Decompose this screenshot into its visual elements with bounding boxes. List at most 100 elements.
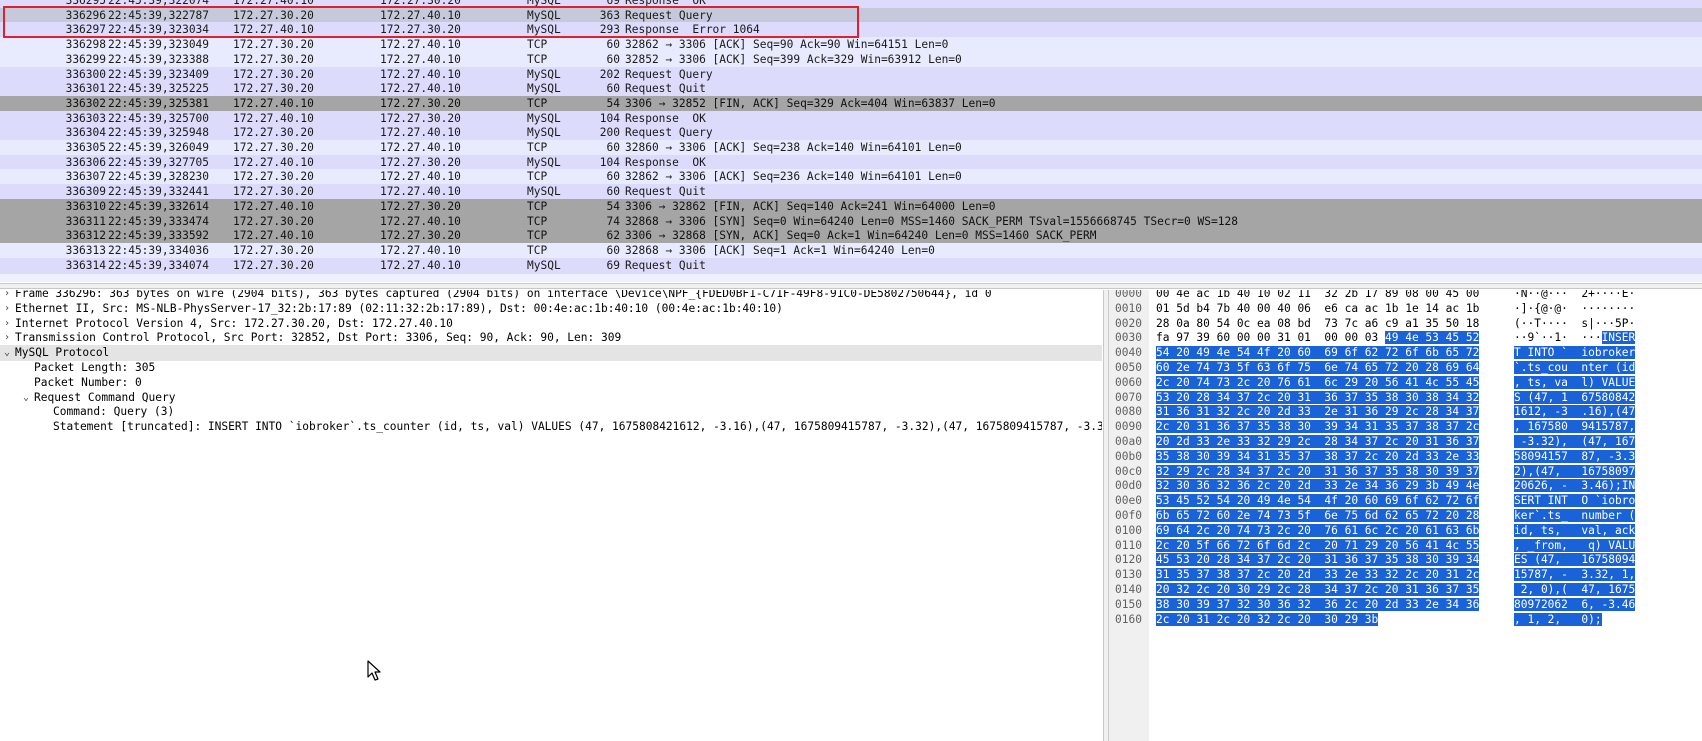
byte-ascii[interactable]: `.ts_cou nter (id xyxy=(1514,360,1636,376)
detail-tree-item[interactable]: Packet Number: 0 xyxy=(0,375,1102,391)
packet-row[interactable]: 336311 22:45:39,333474 172.27.30.20 172.27.… xyxy=(0,213,1702,230)
packet-protocol: TCP xyxy=(527,170,548,184)
packet-row[interactable]: 336298 22:45:39,323049 172.27.30.20 172.27.… xyxy=(0,37,1702,54)
ascii-highlighted: `.ts_cou nter (id xyxy=(1514,361,1636,374)
packet-row[interactable]: 336301 22:45:39,325225 172.27.30.20 172.27.… xyxy=(0,81,1702,98)
byte-hex[interactable]: 54 20 49 4e 54 4f 20 60 69 6f 62 72 6f 6… xyxy=(1156,345,1480,361)
packet-row[interactable]: 336312 22:45:39,333592 172.27.40.10 172.27.… xyxy=(0,228,1702,245)
byte-ascii[interactable]: ES (47, 16758094 xyxy=(1514,552,1636,568)
byte-offset: 0060 xyxy=(1115,375,1142,389)
packet-length: 104 xyxy=(599,155,620,169)
byte-hex[interactable]: 31 35 37 38 37 2c 20 2d 33 2e 33 32 2c 2… xyxy=(1156,567,1480,583)
packet-info: 3306 → 32862 [FIN, ACK] Seq=140 Ack=241 … xyxy=(625,199,996,213)
packet-no: 336310 xyxy=(65,199,106,213)
byte-ascii[interactable]: 2),(47, 16758097 xyxy=(1514,464,1636,480)
packet-protocol: TCP xyxy=(527,229,548,243)
byte-hex[interactable]: 2c 20 31 2c 20 32 2c 20 30 29 3b xyxy=(1156,612,1379,628)
packet-row[interactable]: 336304 22:45:39,325948 172.27.30.20 172.27.… xyxy=(0,125,1702,142)
packet-length: 60 xyxy=(606,243,620,257)
packet-row[interactable]: 336305 22:45:39,326049 172.27.30.20 172.27.… xyxy=(0,140,1702,156)
detail-tree-item[interactable]: › Internet Protocol Version 4, Src: 172.2… xyxy=(0,316,1102,332)
byte-hex[interactable]: 2c 20 5f 66 72 6f 6d 2c 20 71 29 20 56 4… xyxy=(1156,538,1480,554)
packet-row[interactable]: 336302 22:45:39,325381 172.27.40.10 172.27.… xyxy=(0,95,1702,112)
detail-tree-item[interactable]: Packet Length: 305 xyxy=(0,360,1102,376)
packet-protocol: MySQL xyxy=(527,82,561,96)
pane-splitter-horizontal[interactable] xyxy=(0,283,1702,289)
packet-row[interactable]: 336309 22:45:39,332441 172.27.30.20 172.27.… xyxy=(0,184,1702,201)
byte-ascii[interactable]: , ts, va l) VALUE xyxy=(1514,375,1636,391)
byte-ascii[interactable]: , _from, q) VALU xyxy=(1514,538,1636,554)
detail-tree-item[interactable]: ⌄ MySQL Protocol xyxy=(0,345,1102,362)
packet-destination: 172.27.40.10 xyxy=(380,243,461,257)
byte-hex[interactable]: 01 5d b4 7b 40 00 40 06 e6 ca ac 1b 1e 1… xyxy=(1156,301,1479,317)
packet-row[interactable]: 336303 22:45:39,325700 172.27.40.10 172.27.… xyxy=(0,110,1702,127)
byte-hex[interactable]: 53 20 28 34 37 2c 20 31 36 37 35 38 30 3… xyxy=(1156,390,1480,406)
chevron-right-icon[interactable]: › xyxy=(2,316,12,332)
packet-row[interactable]: 336300 22:45:39,323409 172.27.30.20 172.27.… xyxy=(0,66,1702,83)
detail-tree-item[interactable]: Statement [truncated]: INSERT INTO `iobr… xyxy=(0,419,1102,435)
hex-plain: 28 0a 80 54 0c ea 08 bd 73 7c a6 c9 a1 3… xyxy=(1156,316,1480,330)
bytes-row: 0070 53 20 28 34 37 2c 20 31 36 37 35 38 … xyxy=(1109,390,1702,406)
byte-ascii[interactable]: T INTO ` iobroker xyxy=(1514,345,1636,361)
ascii-highlighted: , 167580 9415787, xyxy=(1514,420,1636,434)
byte-hex[interactable]: 31 36 31 32 2c 20 2d 33 2e 31 36 29 2c 2… xyxy=(1156,404,1480,420)
byte-ascii[interactable]: , 167580 9415787, xyxy=(1514,419,1636,435)
byte-hex[interactable]: 20 2d 33 2e 33 32 29 2c 28 34 37 2c 20 3… xyxy=(1156,434,1480,450)
byte-hex[interactable]: 35 38 30 39 34 31 35 37 38 37 2c 20 2d 3… xyxy=(1156,449,1480,465)
byte-hex[interactable]: 53 45 52 54 20 49 4e 54 4f 20 60 69 6f 6… xyxy=(1156,493,1480,509)
packet-row[interactable]: 336313 22:45:39,334036 172.27.30.20 172.27.… xyxy=(0,242,1702,259)
byte-ascii[interactable]: id, ts, val, ack xyxy=(1514,523,1636,539)
byte-ascii[interactable]: S (47, 1 67580842 xyxy=(1514,390,1636,406)
byte-hex[interactable]: 32 30 36 32 36 2c 20 2d 33 2e 34 36 29 3… xyxy=(1156,478,1480,494)
chevron-down-icon[interactable]: ⌄ xyxy=(2,345,12,361)
detail-tree-item[interactable]: ⌄ Request Command Query xyxy=(0,390,1102,406)
packet-row[interactable]: 336307 22:45:39,328230 172.27.30.20 172.27.… xyxy=(0,169,1702,186)
byte-hex[interactable]: 2c 20 74 73 2c 20 76 61 6c 29 20 56 41 4… xyxy=(1156,375,1480,391)
ascii-highlighted: 80972062 6, -3.46 xyxy=(1514,597,1636,611)
packet-details-pane[interactable]: › Frame 336296: 363 bytes on wire (2904 b… xyxy=(0,290,1102,741)
byte-ascii[interactable]: 1612, -3 .16),(47 xyxy=(1514,404,1636,420)
packet-row[interactable]: 336306 22:45:39,327705 172.27.40.10 172.27.… xyxy=(0,154,1702,171)
chevron-down-icon[interactable]: ⌄ xyxy=(21,390,31,406)
byte-ascii[interactable]: -3.32), (47, 167 xyxy=(1514,434,1636,450)
byte-ascii[interactable]: ker`.ts_ number ( xyxy=(1514,508,1636,524)
byte-hex[interactable]: 20 32 2c 20 30 29 2c 28 34 37 2c 20 31 3… xyxy=(1156,582,1480,598)
byte-hex[interactable]: 45 53 20 28 34 37 2c 20 31 36 37 35 38 3… xyxy=(1156,552,1480,568)
byte-ascii[interactable]: ·]·{@·@· ········ xyxy=(1514,301,1635,317)
detail-tree-item[interactable]: › Ethernet II, Src: MS-NLB-PhysServer-17_… xyxy=(0,301,1102,317)
ascii-highlighted: , _from, q) VALU xyxy=(1514,538,1636,552)
byte-hex[interactable]: 60 2e 74 73 5f 63 6f 75 6e 74 65 72 20 2… xyxy=(1156,360,1480,376)
byte-hex[interactable]: 32 29 2c 28 34 37 2c 20 31 36 37 35 38 3… xyxy=(1156,464,1480,480)
byte-ascii[interactable]: 80972062 6, -3.46 xyxy=(1514,597,1636,613)
byte-hex[interactable]: 2c 20 31 36 37 35 38 30 39 34 31 35 37 3… xyxy=(1156,419,1480,435)
byte-hex[interactable]: 69 64 2c 20 74 73 2c 20 76 61 6c 2c 20 6… xyxy=(1156,523,1480,539)
packet-row[interactable]: 336310 22:45:39,332614 172.27.40.10 172.27.… xyxy=(0,198,1702,215)
chevron-right-icon[interactable]: › xyxy=(2,330,12,346)
detail-tree-item[interactable]: Command: Query (3) xyxy=(0,404,1102,420)
hex-highlighted: 32 30 36 32 36 2c 20 2d 33 2e 34 36 29 3… xyxy=(1156,479,1480,493)
byte-ascii[interactable]: , 1, 2, 0); xyxy=(1514,612,1602,628)
byte-ascii[interactable]: 15787, - 3.32, 1, xyxy=(1514,567,1636,583)
byte-hex[interactable]: fa 97 39 60 00 00 31 01 00 00 03 49 4e 5… xyxy=(1156,330,1480,346)
packet-list[interactable]: 336295 22:45:39,322074 172.27.40.10 172.27.… xyxy=(0,0,1702,282)
byte-ascii[interactable]: (··T···· s|···5P· xyxy=(1514,316,1635,332)
packet-row[interactable]: 336299 22:45:39,323388 172.27.30.20 172.27.… xyxy=(0,51,1702,68)
chevron-right-icon[interactable]: › xyxy=(2,301,12,317)
byte-ascii[interactable]: ··9`··1· ···INSER xyxy=(1514,330,1636,346)
byte-hex[interactable]: 6b 65 72 60 2e 74 73 5f 6e 75 6d 62 65 7… xyxy=(1156,508,1480,524)
hex-highlighted: 53 45 52 54 20 49 4e 54 4f 20 60 69 6f 6… xyxy=(1156,494,1480,508)
bytes-row: 0060 2c 20 74 73 2c 20 76 61 6c 29 20 56 … xyxy=(1109,375,1702,391)
ascii-highlighted: 2, 0),( 47, 1675 xyxy=(1514,583,1636,596)
detail-tree-item[interactable]: › Transmission Control Protocol, Src Port… xyxy=(0,330,1102,346)
byte-hex[interactable]: 38 30 39 37 32 30 36 32 36 2c 20 2d 33 2… xyxy=(1156,597,1480,613)
byte-ascii[interactable]: SERT INT O `iobro xyxy=(1514,493,1636,509)
byte-ascii[interactable]: 58094157 87, -3.3 xyxy=(1514,449,1636,465)
packet-protocol: MySQL xyxy=(527,126,561,140)
byte-ascii[interactable]: 2, 0),( 47, 1675 xyxy=(1514,582,1636,598)
packet-bytes-pane[interactable]: 0000 00 4e ac 1b 40 10 02 11 32 2b 17 89 … xyxy=(1109,290,1702,741)
hex-highlighted: 38 30 39 37 32 30 36 32 36 2c 20 2d 33 2… xyxy=(1156,597,1480,611)
byte-ascii[interactable]: 20626, - 3.46);IN xyxy=(1514,478,1636,494)
byte-hex[interactable]: 28 0a 80 54 0c ea 08 bd 73 7c a6 c9 a1 3… xyxy=(1156,316,1479,332)
packet-row[interactable]: 336314 22:45:39,334074 172.27.30.20 172.27.… xyxy=(0,257,1702,274)
ascii-plain: ·N··@··· 2+····E· xyxy=(1514,290,1636,300)
